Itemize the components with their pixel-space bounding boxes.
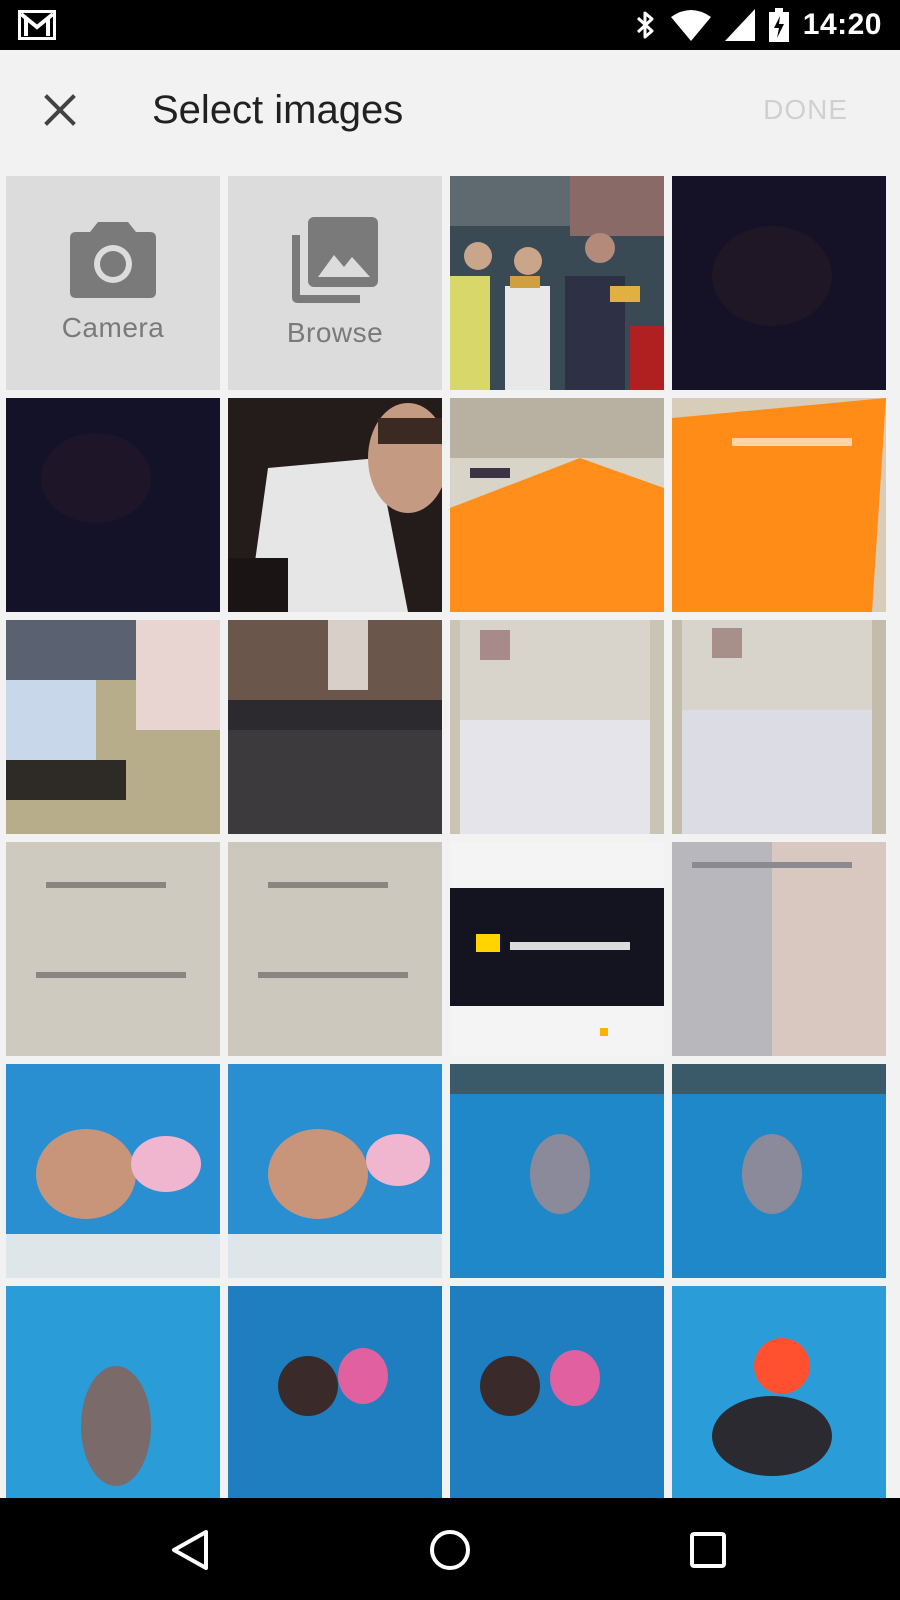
desk-computer-thumbnail[interactable]: [6, 620, 220, 834]
screenshot-thumbnail[interactable]: [450, 842, 664, 1056]
dark-photo-image: [6, 398, 220, 612]
pool-photo-thumbnail[interactable]: [228, 1064, 442, 1278]
dark-photo-thumbnail[interactable]: [672, 176, 886, 390]
back-button[interactable]: [162, 1522, 218, 1578]
gallery-icon: [292, 217, 378, 303]
orange-paper-image: [672, 398, 886, 612]
orange-paper-thumbnail[interactable]: [672, 398, 886, 612]
pool-photo-image: [672, 1286, 886, 1498]
dark-photo-image: [672, 176, 886, 390]
bluetooth-icon: [636, 11, 654, 39]
camera-label: Camera: [61, 312, 165, 343]
camera-icon: [70, 222, 156, 298]
printed-page-thumbnail[interactable]: [6, 842, 220, 1056]
printed-page-thumbnail[interactable]: [228, 842, 442, 1056]
app-bar: Select images DONE: [0, 50, 900, 170]
dark-photo-thumbnail[interactable]: [6, 398, 220, 612]
pool-photo-thumbnail[interactable]: [450, 1286, 664, 1498]
pool-photo-image: [450, 1286, 664, 1498]
pool-photo-image: [450, 1064, 664, 1278]
browse-label: Browse: [286, 317, 384, 348]
printed-page-image: [6, 842, 220, 1056]
document-thumbnail[interactable]: [672, 620, 886, 834]
wifi-icon: [670, 10, 711, 41]
done-button[interactable]: DONE: [763, 88, 848, 132]
navigation-bar: [0, 1498, 900, 1600]
pool-photo-thumbnail[interactable]: [228, 1286, 442, 1498]
selfie-image: [228, 398, 442, 612]
browse-tile[interactable]: Browse: [228, 176, 442, 390]
printed-page-image: [672, 842, 886, 1056]
home-button[interactable]: [422, 1522, 478, 1578]
pool-photo-thumbnail[interactable]: [672, 1064, 886, 1278]
screenshot-image: [450, 842, 664, 1056]
image-grid[interactable]: Camera Browse: [6, 176, 894, 1498]
recents-icon: [690, 1532, 726, 1568]
pool-photo-image: [672, 1064, 886, 1278]
camera-tile[interactable]: Camera: [6, 176, 220, 390]
pool-photo-image: [6, 1064, 220, 1278]
gmail-icon: [18, 10, 56, 40]
pool-photo-image: [228, 1064, 442, 1278]
orange-paper-image: [450, 398, 664, 612]
status-bar: 14:20: [0, 0, 900, 50]
printed-page-thumbnail[interactable]: [672, 842, 886, 1056]
home-icon: [430, 1530, 470, 1570]
back-icon: [172, 1530, 208, 1570]
room-interior-thumbnail[interactable]: [228, 620, 442, 834]
close-button[interactable]: [34, 84, 86, 136]
page-title: Select images: [152, 88, 404, 132]
printed-page-image: [228, 842, 442, 1056]
pool-photo-image: [6, 1286, 220, 1498]
close-icon: [44, 94, 76, 126]
signal-icon: [724, 9, 755, 41]
recents-button[interactable]: [680, 1522, 736, 1578]
document-image: [672, 620, 886, 834]
desk-computer-image: [6, 620, 220, 834]
group-photo-image: [450, 176, 664, 390]
pool-photo-thumbnail[interactable]: [672, 1286, 886, 1498]
battery-icon: [768, 8, 789, 42]
group-photo-thumbnail[interactable]: [450, 176, 664, 390]
pool-photo-thumbnail[interactable]: [6, 1286, 220, 1498]
pool-photo-thumbnail[interactable]: [450, 1064, 664, 1278]
selfie-thumbnail[interactable]: [228, 398, 442, 612]
document-image: [450, 620, 664, 834]
pool-photo-thumbnail[interactable]: [6, 1064, 220, 1278]
room-interior-image: [228, 620, 442, 834]
orange-paper-thumbnail[interactable]: [450, 398, 664, 612]
document-thumbnail[interactable]: [450, 620, 664, 834]
status-time: 14:20: [802, 8, 882, 41]
pool-photo-image: [228, 1286, 442, 1498]
